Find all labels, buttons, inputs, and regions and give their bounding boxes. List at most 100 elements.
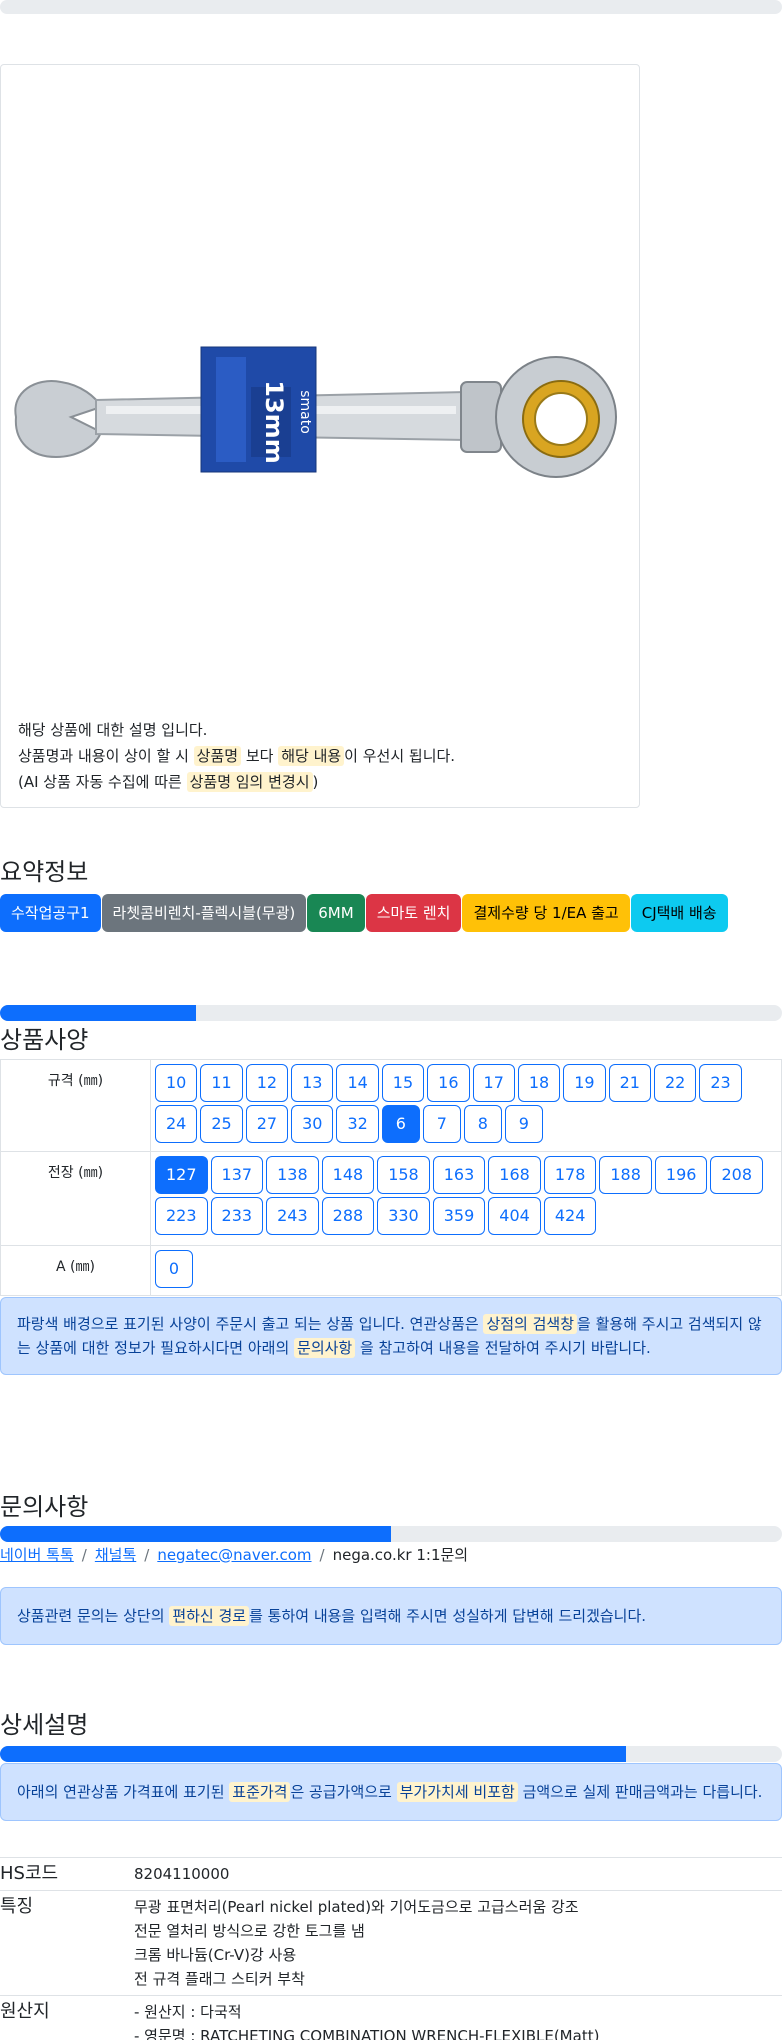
detail-row-features: 특징 무광 표면처리(Pearl nickel plated)와 기어도금으로 … xyxy=(0,1890,782,1996)
size-option[interactable]: 12 xyxy=(245,1064,289,1102)
notice-text: 상품관련 문의는 상단의 xyxy=(17,1607,170,1625)
size-option[interactable]: 18 xyxy=(517,1064,561,1102)
detail-value-line: 크롬 바나듐(Cr-V)강 사용 xyxy=(134,1946,297,1964)
detail-value-line: 무광 표면처리(Pearl nickel plated)와 기어도금으로 고급스… xyxy=(134,1898,579,1916)
length-option[interactable]: 158 xyxy=(377,1156,430,1194)
spec-row-size: 규격 (㎜) 10 11 12 13 14 15 16 17 18 19 21 … xyxy=(0,1059,782,1152)
size-label: 13mm xyxy=(260,380,288,463)
size-option[interactable]: 32 xyxy=(336,1105,379,1143)
separator: / xyxy=(319,1545,325,1564)
size-option[interactable]: 10 xyxy=(155,1064,198,1102)
product-card: 13mm smato 해당 상품에 대한 설명 입니다. 상품명과 내용이 상이… xyxy=(0,64,640,808)
size-option[interactable]: 23 xyxy=(699,1064,742,1102)
length-option[interactable]: 288 xyxy=(321,1197,375,1235)
spec-options-cell: 0 xyxy=(150,1245,782,1296)
spec-progress-bar xyxy=(0,1005,782,1021)
detail-key: 특징 xyxy=(0,1890,134,1996)
size-option[interactable]: 17 xyxy=(472,1064,515,1102)
description-line-2: 상품명과 내용이 상이 할 시 상품명 보다 해당 내용 이 우선시 됩니다. xyxy=(18,743,455,769)
badge-quantity: 결제수량 당 1/EA 출고 xyxy=(462,894,630,932)
size-option[interactable]: 9 xyxy=(504,1105,543,1143)
inquiry-site-text: nega.co.kr 1:1문의 xyxy=(332,1546,469,1564)
length-option[interactable]: 208 xyxy=(710,1156,764,1194)
length-option[interactable]: 359 xyxy=(432,1197,486,1235)
length-option[interactable]: 330 xyxy=(377,1197,430,1235)
badge-product-type: 라쳇콤비렌치-플렉시블(무광) xyxy=(101,894,307,932)
highlight-name-change: 상품명 임의 변경시 xyxy=(186,772,313,792)
size-option[interactable]: 8 xyxy=(463,1105,502,1143)
length-option[interactable]: 404 xyxy=(488,1197,541,1235)
description-text: 보다 xyxy=(241,747,279,765)
separator: / xyxy=(144,1545,150,1564)
highlight-product-name: 상품명 xyxy=(193,746,242,766)
length-option[interactable]: 163 xyxy=(432,1156,486,1194)
notice-text: 을 참고하여 내용을 전달하여 주시기 바랍니다. xyxy=(355,1339,651,1357)
size-option[interactable]: 25 xyxy=(200,1105,243,1143)
length-option[interactable]: 196 xyxy=(654,1156,708,1194)
length-option[interactable]: 148 xyxy=(321,1156,375,1194)
detail-value: 8204110000 xyxy=(134,1857,782,1891)
length-option[interactable]: 188 xyxy=(599,1156,652,1194)
length-option[interactable]: 138 xyxy=(266,1156,319,1194)
spec-options-cell: 127 137 138 148 158 163 168 178 188 196 … xyxy=(150,1151,782,1246)
size-option[interactable]: 11 xyxy=(200,1064,243,1102)
size-options: 10 11 12 13 14 15 16 17 18 19 21 22 23 2… xyxy=(155,1064,775,1143)
link-email[interactable]: negatec@naver.com xyxy=(157,1546,311,1564)
description-text: ) xyxy=(312,773,319,791)
size-option[interactable]: 19 xyxy=(563,1064,606,1102)
spec-progress-fill xyxy=(0,1005,196,1021)
length-option[interactable]: 243 xyxy=(266,1197,319,1235)
highlight-search: 상점의 검색창 xyxy=(483,1314,578,1334)
length-option[interactable]: 223 xyxy=(155,1197,208,1235)
highlight-standard-price: 표준가격 xyxy=(229,1782,291,1802)
detail-value: 무광 표면처리(Pearl nickel plated)와 기어도금으로 고급스… xyxy=(134,1890,782,1996)
description-text: (AI 상품 자동 수집에 따른 xyxy=(18,773,187,791)
size-option-selected[interactable]: 6 xyxy=(381,1105,420,1143)
product-description: 해당 상품에 대한 설명 입니다. 상품명과 내용이 상이 할 시 상품명 보다… xyxy=(18,717,455,795)
description-text: 상품명과 내용이 상이 할 시 xyxy=(18,747,194,765)
size-option[interactable]: 13 xyxy=(291,1064,334,1102)
length-option[interactable]: 233 xyxy=(210,1197,264,1235)
length-options: 127 137 138 148 158 163 168 178 188 196 … xyxy=(155,1156,775,1235)
detail-value: - 원산지 : 다국적 - 영문명 : RATCHETING COMBINATI… xyxy=(134,1995,782,2040)
highlight-route: 편하신 경로 xyxy=(169,1606,250,1626)
detail-row-origin: 원산지 - 원산지 : 다국적 - 영문명 : RATCHETING COMBI… xyxy=(0,1995,782,2040)
detail-key: 원산지 xyxy=(0,1995,134,2040)
size-option[interactable]: 27 xyxy=(245,1105,289,1143)
link-channel-talk[interactable]: 채널톡 xyxy=(95,1544,136,1565)
size-option[interactable]: 15 xyxy=(381,1064,425,1102)
length-option[interactable]: 137 xyxy=(210,1156,264,1194)
size-option[interactable]: 22 xyxy=(653,1064,697,1102)
inquiry-progress-bar xyxy=(0,1526,782,1542)
size-option[interactable]: 30 xyxy=(291,1105,334,1143)
description-text: 이 우선시 됩니다. xyxy=(344,747,456,765)
length-option[interactable]: 168 xyxy=(488,1156,541,1194)
length-option-selected[interactable]: 127 xyxy=(155,1156,208,1194)
size-option[interactable]: 16 xyxy=(427,1064,470,1102)
size-option[interactable]: 24 xyxy=(155,1105,198,1143)
summary-title: 요약정보 xyxy=(0,858,89,886)
link-naver-talk[interactable]: 네이버 톡톡 xyxy=(0,1544,74,1565)
separator: / xyxy=(81,1545,87,1564)
badge-shipping: CJ택배 배송 xyxy=(630,894,728,932)
notice-text: 금액으로 실제 판매금액과는 다릅니다. xyxy=(517,1783,763,1801)
length-option[interactable]: 178 xyxy=(543,1156,597,1194)
detail-value-line: - 원산지 : 다국적 xyxy=(134,2003,242,2021)
detail-value-line: - 영문명 : RATCHETING COMBINATION WRENCH-FL… xyxy=(134,2027,600,2040)
size-option[interactable]: 7 xyxy=(422,1105,461,1143)
description-line-1: 해당 상품에 대한 설명 입니다. xyxy=(18,721,208,739)
spec-title: 상품사양 xyxy=(0,1026,89,1054)
detail-value-line: 전 규격 플래그 스티커 부착 xyxy=(134,1970,305,1988)
detail-value-line: 8204110000 xyxy=(134,1865,230,1883)
length-option[interactable]: 424 xyxy=(543,1197,597,1235)
a-option[interactable]: 0 xyxy=(155,1250,193,1288)
spec-label: 전장 (㎜) xyxy=(0,1151,151,1246)
highlight-content: 해당 내용 xyxy=(278,746,345,766)
detail-row-hscode: HS코드 8204110000 xyxy=(0,1857,782,1891)
size-option[interactable]: 14 xyxy=(336,1064,379,1102)
spec-row-length: 전장 (㎜) 127 137 138 148 158 163 168 178 1… xyxy=(0,1151,782,1246)
size-option[interactable]: 21 xyxy=(608,1064,651,1102)
detail-value-line: 전문 열처리 방식으로 강한 토그를 냄 xyxy=(134,1922,365,1940)
price-notice: 아래의 연관상품 가격표에 표기된 표준가격 은 공급가액으로 부가가치세 비포함… xyxy=(0,1763,782,1821)
top-progress-track xyxy=(0,0,782,14)
